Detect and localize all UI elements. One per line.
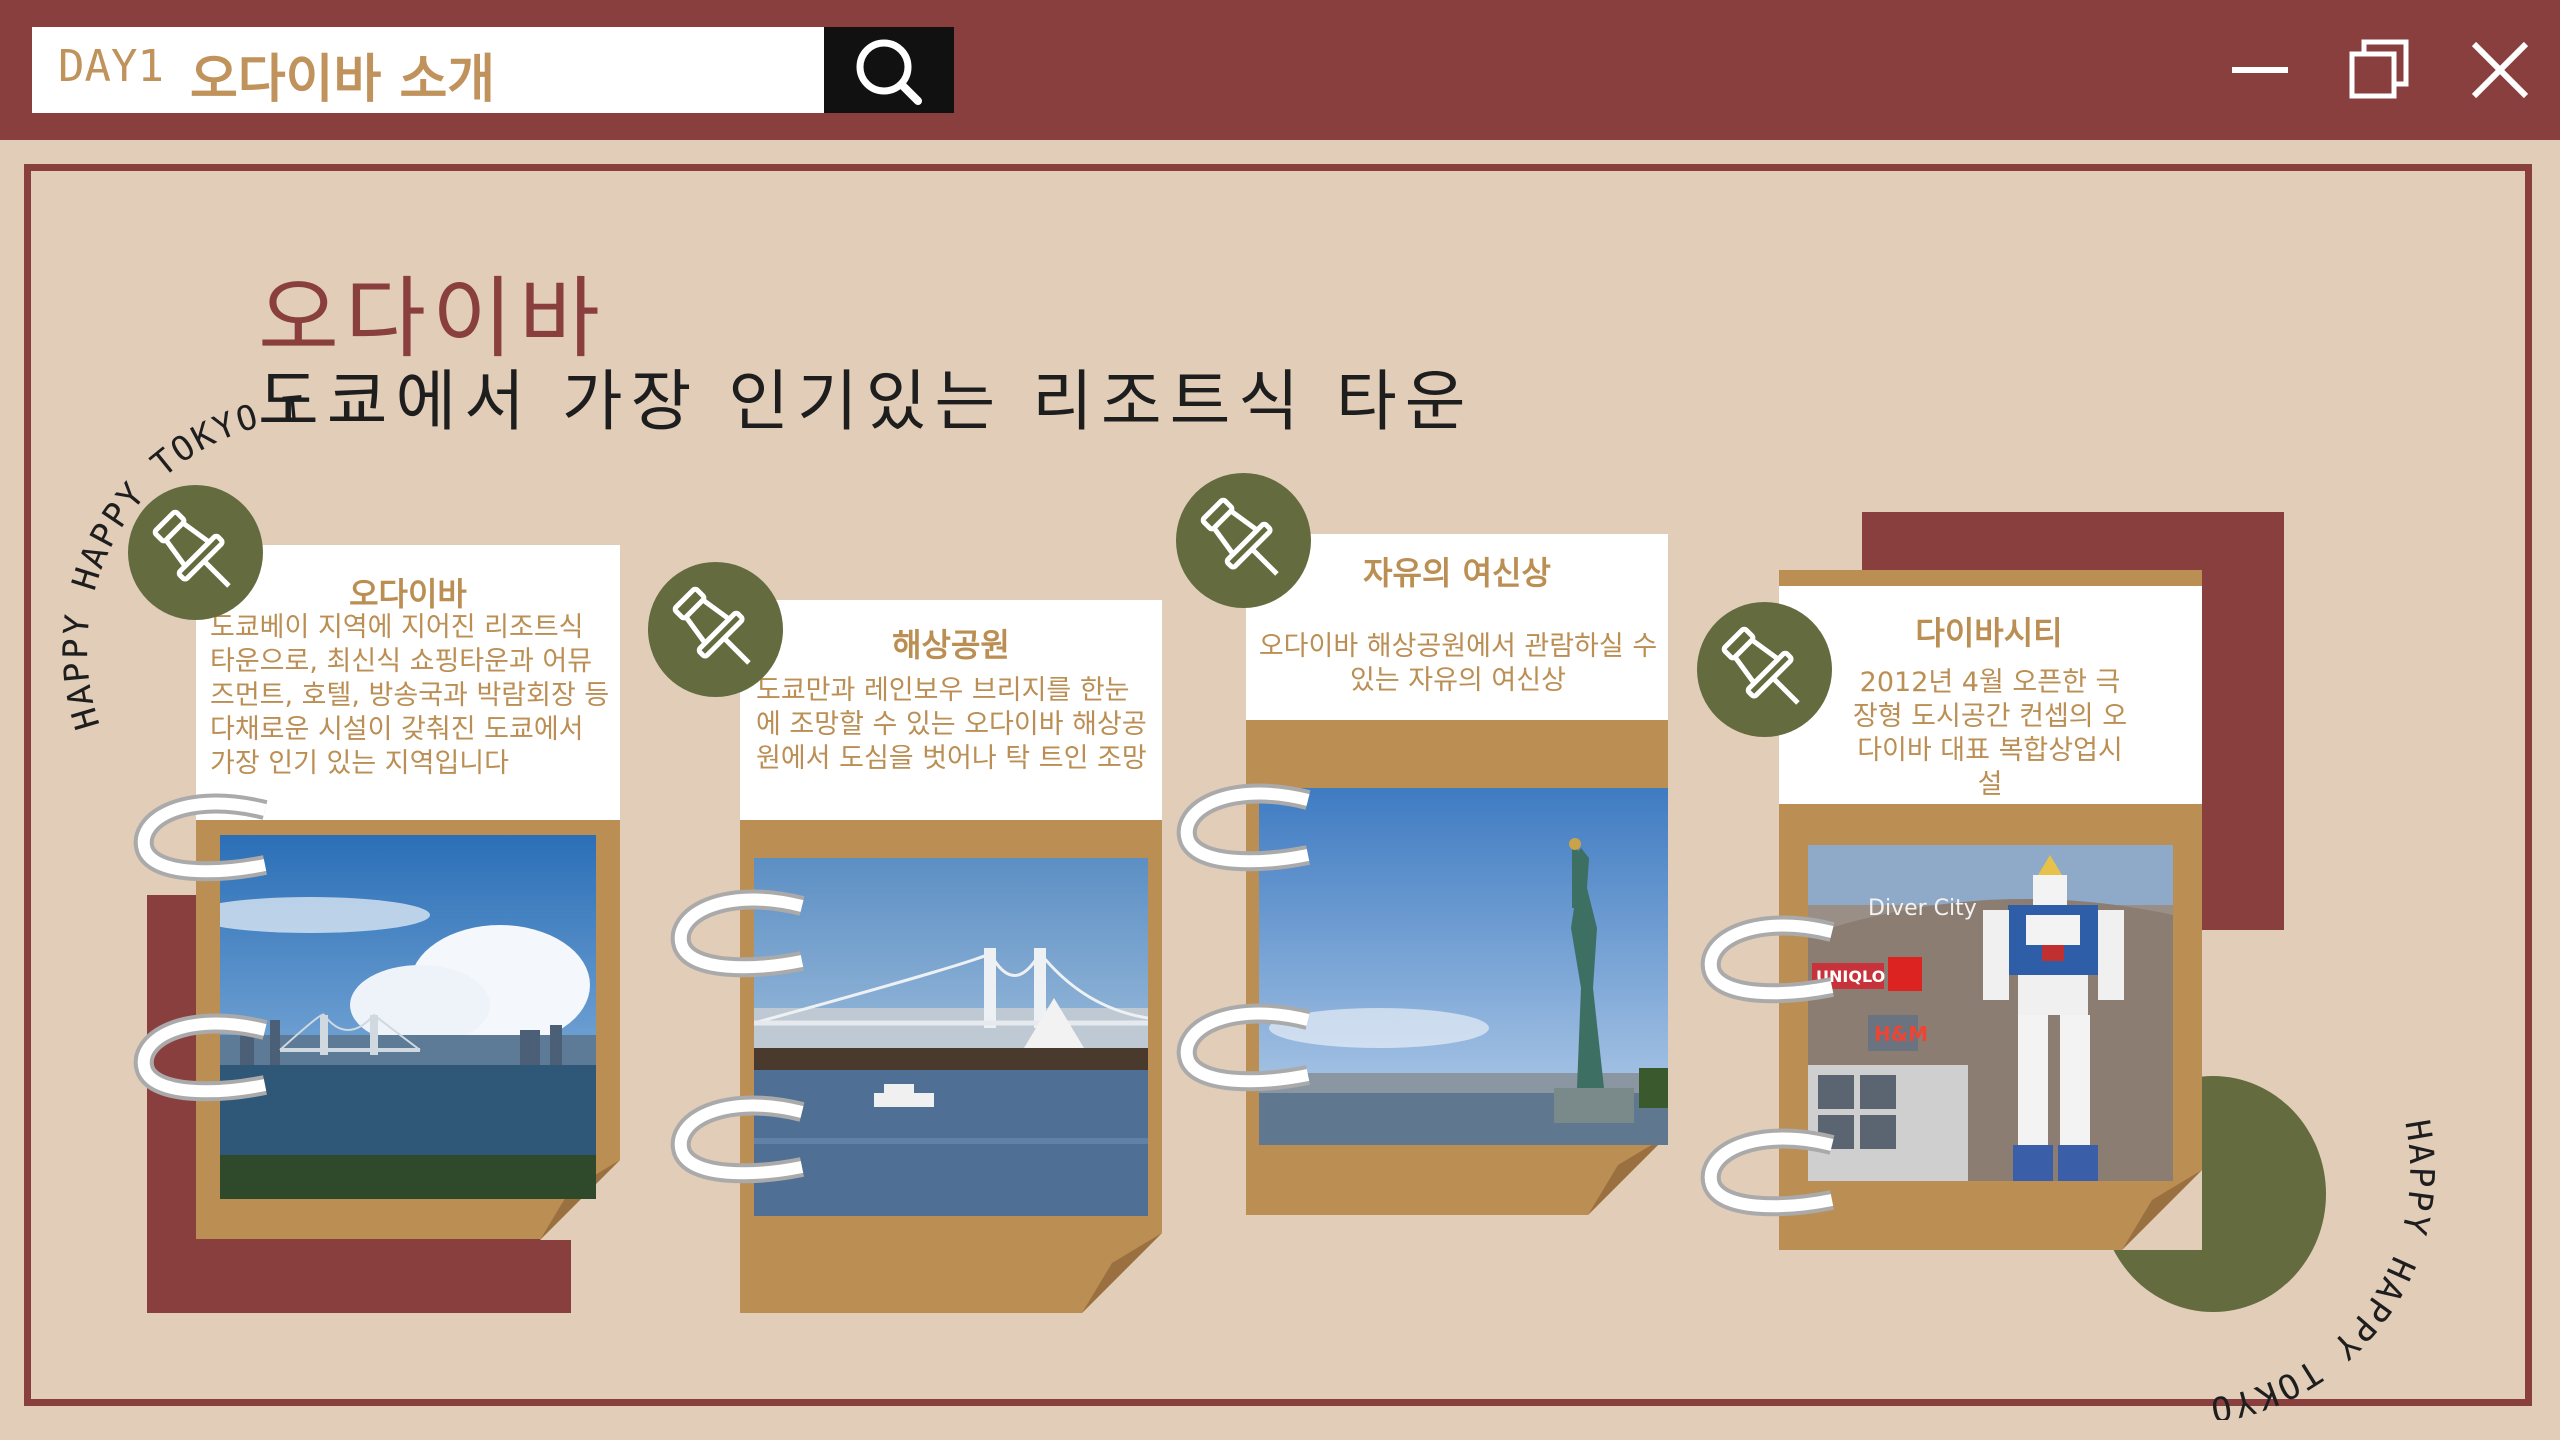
search-box[interactable]: DAY1 오다이바 소개 (32, 27, 824, 113)
card-4-ring-top (1700, 915, 1835, 1004)
card-3-pin (1176, 473, 1311, 608)
card-4-text-panel: 다이바시티 2012년 4월 오픈한 극장형 도시공간 컨셉의 오다이바 대표 … (1779, 586, 2202, 804)
sign-diver-city: Diver City (1868, 896, 1977, 921)
day-label: DAY1 (58, 41, 164, 92)
card-3-fold (1588, 1135, 1668, 1215)
card-4-photo-diver-city: Diver City UNIQLO H&M (1808, 845, 2173, 1181)
card-1-pin (128, 485, 263, 620)
page-subtitle: 도쿄에서 가장 인기있는 리조트식 타운 (258, 363, 1474, 440)
search-button[interactable] (824, 27, 954, 113)
curved-text-right-label: HAPPY HAPPY TOKYO TOUR (2160, 1100, 2439, 1420)
search-icon (856, 39, 922, 105)
pushpin-icon (152, 509, 231, 588)
minimize-button[interactable] (2224, 34, 2296, 106)
card-2-text-panel: 해상공원 도쿄만과 레인보우 브리지를 한눈에 조망할 수 있는 오다이바 해상… (740, 600, 1162, 820)
close-icon (2471, 41, 2529, 99)
svg-text:HAPPY HAPPY TOKYO TOUR: HAPPY HAPPY TOKYO TOUR (2160, 1100, 2441, 1420)
close-button[interactable] (2464, 34, 2536, 106)
card-2-ring-bottom (670, 1095, 805, 1184)
sign-hm: H&M (1874, 1022, 1928, 1046)
restore-icon (2349, 39, 2409, 99)
pushpin-icon (672, 586, 751, 665)
card-4-pin (1697, 602, 1832, 737)
card-3-ring-top (1176, 783, 1311, 872)
restore-button[interactable] (2344, 34, 2416, 106)
card-1-ring-bottom (133, 1013, 268, 1102)
pushpin-icon (1721, 626, 1800, 705)
curved-text-right: HAPPY HAPPY TOKYO TOUR (2160, 1100, 2441, 1420)
card-2-fold (1082, 1233, 1162, 1313)
card-2-title: 해상공원 (892, 626, 1010, 664)
card-2-ring-top (670, 889, 805, 978)
card-2-pin (648, 562, 783, 697)
search-query-text: 오다이바 소개 (190, 50, 496, 110)
pushpin-icon (1200, 497, 1279, 576)
card-1-ring-top (133, 793, 268, 882)
card-4-title: 다이바시티 (1915, 614, 2063, 652)
card-4-fold (2122, 1170, 2202, 1250)
card-4-description: 2012년 4월 오픈한 극장형 도시공간 컨셉의 오다이바 대표 복합상업시설 (1852, 667, 2128, 800)
card-2-description: 도쿄만과 레인보우 브리지를 한눈에 조망할 수 있는 오다이바 해상공원에서 … (756, 675, 1147, 774)
card-3-ring-bottom (1176, 1003, 1311, 1092)
card-3-description: 오다이바 해상공원에서 관람하실 수 있는 자유의 여신상 (1258, 631, 1658, 696)
minimize-icon (2232, 67, 2288, 73)
card-4-ring-bottom (1700, 1128, 1835, 1217)
